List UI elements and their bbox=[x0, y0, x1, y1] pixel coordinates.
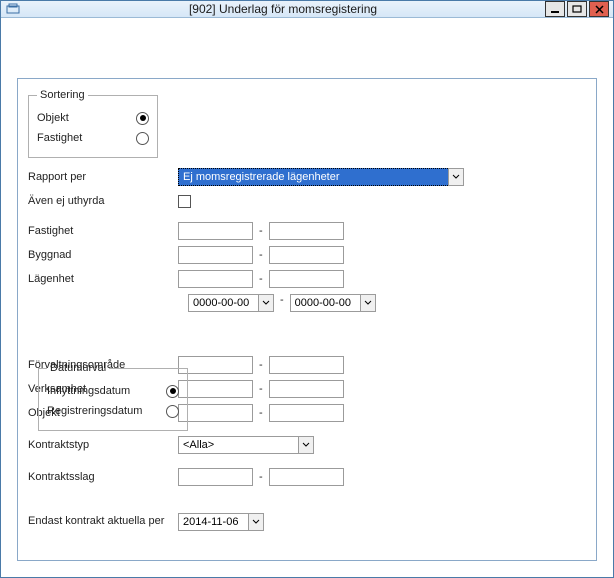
inflyttning-label: Inflyttningsdatum bbox=[47, 385, 130, 397]
kontraktstyp-label: Kontraktstyp bbox=[28, 439, 178, 451]
dash: - bbox=[259, 407, 263, 419]
lagenhet-to-input[interactable] bbox=[269, 270, 344, 288]
endast-kontrakt-label: Endast kontrakt aktuella per bbox=[28, 515, 178, 528]
dash: - bbox=[259, 273, 263, 285]
date-to-value: 0000-00-00 bbox=[290, 294, 360, 312]
byggnad-label: Byggnad bbox=[28, 249, 178, 261]
chevron-down-icon[interactable] bbox=[248, 513, 264, 531]
form-panel: Sortering Objekt Fastighet Rapport per E… bbox=[17, 78, 597, 561]
datumurval-group: Datumurval Inflyttningsdatum Registrerin… bbox=[38, 362, 188, 431]
date-from-combo[interactable]: 0000-00-00 bbox=[188, 294, 274, 312]
forvaltningsomrade-from-input[interactable] bbox=[178, 356, 253, 374]
lagenhet-label: Lägenhet bbox=[28, 273, 178, 285]
chevron-down-icon[interactable] bbox=[258, 294, 274, 312]
kontraktsslag-from-input[interactable] bbox=[178, 468, 253, 486]
minimize-button[interactable] bbox=[545, 1, 565, 17]
sortering-fastighet-radio[interactable] bbox=[136, 132, 149, 145]
chevron-down-icon[interactable] bbox=[448, 168, 464, 186]
fastighet-to-input[interactable] bbox=[269, 222, 344, 240]
registrering-radio[interactable] bbox=[166, 405, 179, 418]
kontraktstyp-combo[interactable]: <Alla> bbox=[178, 436, 314, 454]
endast-kontrakt-combo[interactable]: 2014-11-06 bbox=[178, 513, 264, 531]
sortering-legend: Sortering bbox=[37, 89, 88, 101]
window-title: [902] Underlag för momsregistering bbox=[21, 2, 545, 16]
client-area: Sortering Objekt Fastighet Rapport per E… bbox=[1, 18, 613, 577]
registrering-label: Registreringsdatum bbox=[47, 405, 142, 417]
dash: - bbox=[259, 249, 263, 261]
kontraktsslag-to-input[interactable] bbox=[269, 468, 344, 486]
chevron-down-icon[interactable] bbox=[298, 436, 314, 454]
inflyttning-radio[interactable] bbox=[166, 385, 179, 398]
rapport-per-value: Ej momsregistrerade lägenheter bbox=[178, 168, 448, 186]
verksamhet-from-input[interactable] bbox=[178, 380, 253, 398]
fastighet-label: Fastighet bbox=[28, 225, 178, 237]
dash: - bbox=[259, 383, 263, 395]
date-from-value: 0000-00-00 bbox=[188, 294, 258, 312]
endast-kontrakt-value: 2014-11-06 bbox=[178, 513, 248, 531]
rapport-per-combo[interactable]: Ej momsregistrerade lägenheter bbox=[178, 168, 464, 186]
byggnad-from-input[interactable] bbox=[178, 246, 253, 264]
dash: - bbox=[259, 471, 263, 483]
chevron-down-icon[interactable] bbox=[360, 294, 376, 312]
verksamhet-to-input[interactable] bbox=[269, 380, 344, 398]
close-button[interactable] bbox=[589, 1, 609, 17]
form-rows: Rapport per Ej momsregistrerade lägenhet… bbox=[28, 166, 586, 538]
dash: - bbox=[259, 359, 263, 371]
sortering-objekt-label: Objekt bbox=[37, 112, 69, 124]
kontraktsslag-label: Kontraktsslag bbox=[28, 471, 178, 483]
dash: - bbox=[259, 225, 263, 237]
aven-ej-uthyrda-label: Även ej uthyrda bbox=[28, 195, 178, 207]
rapport-per-label: Rapport per bbox=[28, 171, 178, 183]
datumurval-legend: Datumurval bbox=[47, 362, 109, 374]
byggnad-to-input[interactable] bbox=[269, 246, 344, 264]
dash: - bbox=[280, 294, 284, 306]
titlebar: [902] Underlag för momsregistering bbox=[1, 1, 613, 18]
fastighet-from-input[interactable] bbox=[178, 222, 253, 240]
app-icon bbox=[5, 1, 21, 17]
sortering-fastighet-label: Fastighet bbox=[37, 132, 82, 144]
sortering-group: Sortering Objekt Fastighet bbox=[28, 89, 158, 158]
date-to-combo[interactable]: 0000-00-00 bbox=[290, 294, 376, 312]
objekt-from-input[interactable] bbox=[178, 404, 253, 422]
forvaltningsomrade-to-input[interactable] bbox=[269, 356, 344, 374]
sortering-objekt-radio[interactable] bbox=[136, 112, 149, 125]
lagenhet-from-input[interactable] bbox=[178, 270, 253, 288]
kontraktstyp-value: <Alla> bbox=[178, 436, 298, 454]
aven-ej-uthyrda-checkbox[interactable] bbox=[178, 195, 191, 208]
window: [902] Underlag för momsregistering Sorte… bbox=[0, 0, 614, 578]
title-controls bbox=[545, 1, 609, 17]
maximize-button[interactable] bbox=[567, 1, 587, 17]
objekt-to-input[interactable] bbox=[269, 404, 344, 422]
